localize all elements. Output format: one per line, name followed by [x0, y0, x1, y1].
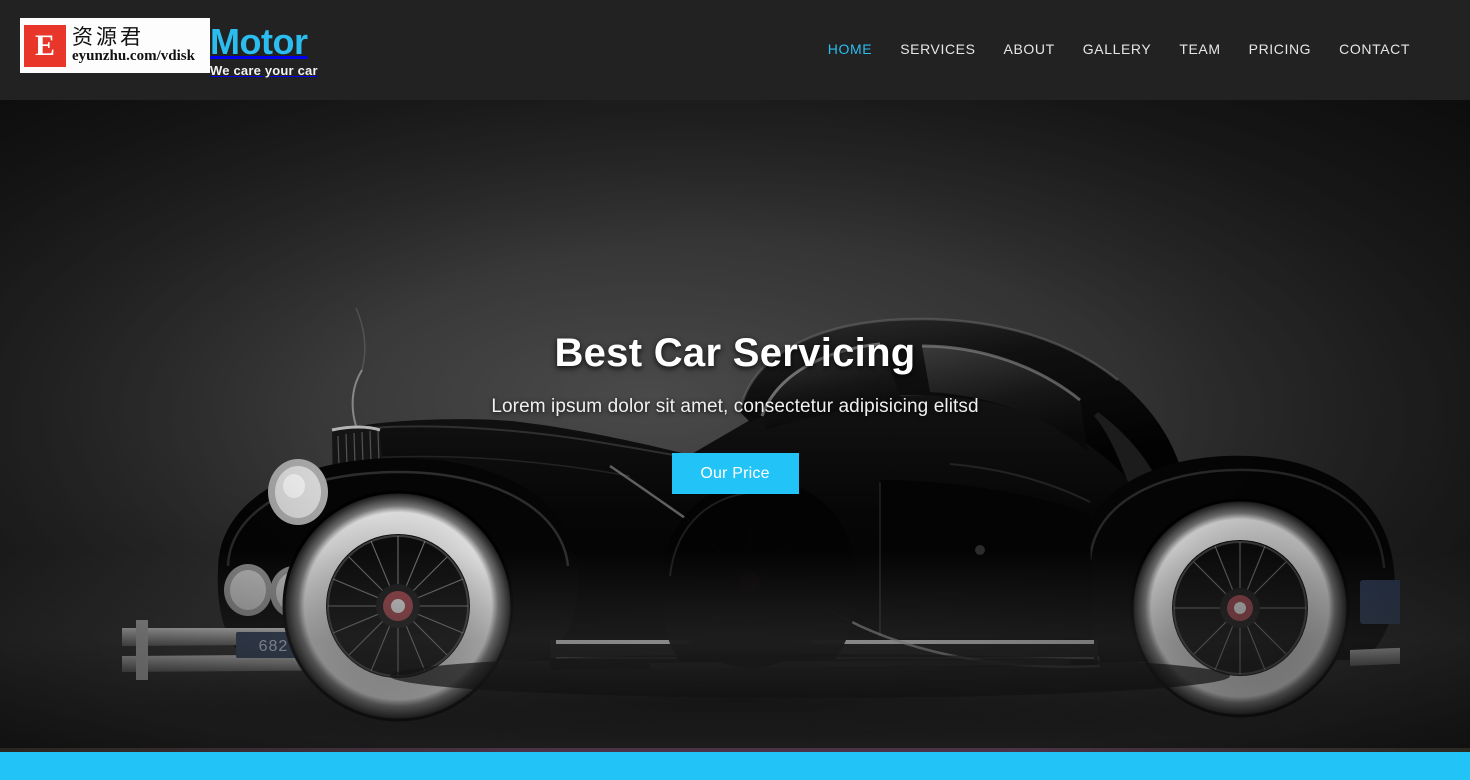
site-header: Motor We care your car HOME SERVICES ABO… [0, 0, 1470, 100]
nav-item-team[interactable]: TEAM [1179, 41, 1220, 57]
brand-logo[interactable]: Motor We care your car [210, 21, 318, 78]
watermark-logo-letter: E [34, 28, 55, 62]
nav-item-contact[interactable]: CONTACT [1339, 41, 1410, 57]
nav-item-services[interactable]: SERVICES [900, 41, 975, 57]
watermark-text-block: 资源君 eyunzhu.com/vdisk [72, 26, 195, 65]
hero-content: Best Car Servicing Lorem ipsum dolor sit… [0, 100, 1470, 750]
hero-subtitle: Lorem ipsum dolor sit amet, consectetur … [491, 396, 979, 417]
watermark-chinese-text: 资源君 [72, 25, 144, 49]
nav-item-gallery[interactable]: GALLERY [1083, 41, 1152, 57]
brand-name: Motor [210, 21, 308, 62]
nav-item-pricing[interactable]: PRICING [1249, 41, 1312, 57]
hero-section: 682 972 [0, 100, 1470, 750]
our-price-button[interactable]: Our Price [671, 453, 799, 494]
watermark-overlay: E 资源君 eyunzhu.com/vdisk [20, 18, 210, 73]
bottom-accent-bar [0, 752, 1470, 780]
main-navigation: HOME SERVICES ABOUT GALLERY TEAM PRICING… [828, 41, 1410, 57]
nav-item-home[interactable]: HOME [828, 41, 872, 57]
watermark-url-text: eyunzhu.com/vdisk [72, 48, 195, 64]
watermark-logo-icon: E [24, 24, 66, 67]
brand-tagline: We care your car [210, 63, 318, 78]
nav-item-about[interactable]: ABOUT [1004, 41, 1055, 57]
page-root: 682 972 [0, 0, 1470, 780]
hero-title: Best Car Servicing [554, 331, 916, 375]
